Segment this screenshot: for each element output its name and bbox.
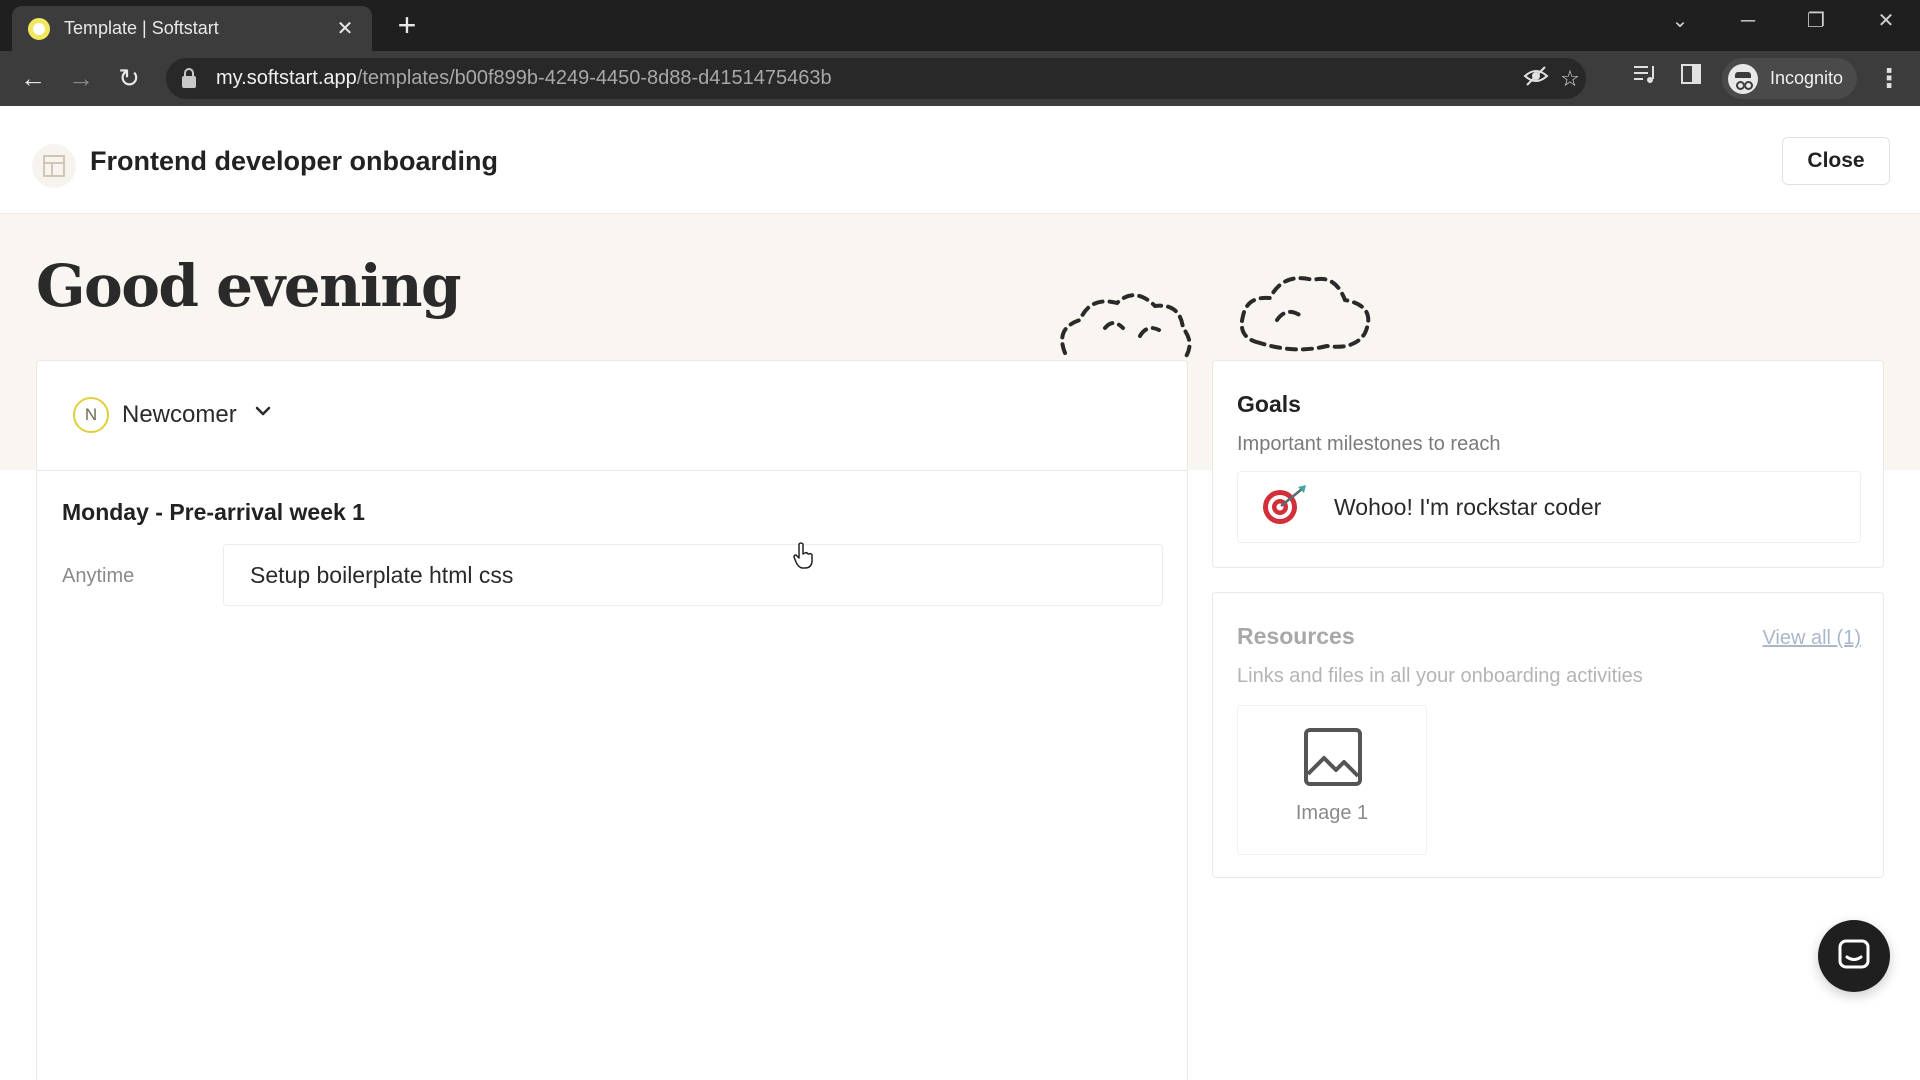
media-queue-icon[interactable] bbox=[1630, 63, 1660, 93]
tab-search-icon[interactable]: ⌄ bbox=[1660, 6, 1700, 36]
goals-subtitle: Important milestones to reach bbox=[1237, 433, 1501, 455]
template-layout-icon bbox=[32, 144, 76, 188]
restore-icon[interactable]: ❐ bbox=[1796, 6, 1836, 36]
task-item[interactable]: Setup boilerplate html css bbox=[223, 544, 1163, 606]
chat-launcher-button[interactable] bbox=[1818, 920, 1890, 992]
browser-toolbar: ← → ↻ my.softstart.app/templates/b00f899… bbox=[0, 51, 1920, 106]
target-icon bbox=[1260, 483, 1310, 532]
role-avatar: N bbox=[73, 397, 109, 433]
close-button[interactable]: Close bbox=[1782, 137, 1890, 185]
bookmark-star-icon[interactable]: ☆ bbox=[1556, 65, 1584, 93]
image-icon bbox=[1304, 728, 1362, 786]
role-name: Newcomer bbox=[122, 401, 237, 428]
goals-card: Goals Important milestones to reach Woho… bbox=[1212, 360, 1884, 568]
dashed-clouds-illustration-icon bbox=[1055, 258, 1385, 373]
chevron-down-icon[interactable] bbox=[253, 401, 273, 426]
forward-arrow-icon[interactable]: → bbox=[64, 61, 98, 95]
resource-tile[interactable]: Image 1 bbox=[1237, 705, 1427, 855]
browser-menu-icon[interactable]: ⋮ bbox=[1876, 63, 1902, 93]
goal-item[interactable]: Wohoo! I'm rockstar coder bbox=[1237, 471, 1861, 543]
browser-tab[interactable]: Template | Softstart ✕ bbox=[12, 6, 372, 51]
reload-icon[interactable]: ↻ bbox=[112, 61, 146, 95]
side-panel-icon[interactable] bbox=[1676, 63, 1706, 93]
chat-icon bbox=[1838, 939, 1870, 969]
resources-title: Resources bbox=[1237, 623, 1355, 649]
week-heading: Monday - Pre-arrival week 1 bbox=[62, 499, 365, 525]
back-arrow-icon[interactable]: ← bbox=[16, 61, 50, 95]
incognito-icon bbox=[1728, 63, 1758, 94]
tab-title: Template | Softstart bbox=[64, 18, 219, 38]
resources-card: Resources Links and files in all your on… bbox=[1212, 592, 1884, 878]
goals-title: Goals bbox=[1237, 391, 1301, 417]
page-title: Frontend developer onboarding bbox=[90, 146, 499, 176]
lock-icon bbox=[182, 67, 196, 88]
minimize-icon[interactable]: ─ bbox=[1728, 6, 1768, 36]
new-tab-button[interactable]: + bbox=[390, 8, 424, 42]
url-path: /templates/b00f899b-4249-4450-8d88-d4151… bbox=[356, 67, 832, 89]
address-bar[interactable]: my.softstart.app/templates/b00f899b-4249… bbox=[166, 58, 1586, 99]
role-selector[interactable]: N Newcomer bbox=[37, 361, 1187, 471]
greeting-heading: Good evening bbox=[36, 252, 462, 320]
softstart-favicon-icon bbox=[28, 17, 50, 40]
resources-subtitle: Links and files in all your onboarding a… bbox=[1237, 665, 1643, 687]
onboarding-plan-card: N Newcomer Monday - Pre-arrival week 1 A… bbox=[36, 360, 1188, 1080]
view-all-resources-link[interactable]: View all (1) bbox=[1762, 627, 1861, 650]
incognito-profile-button[interactable]: Incognito bbox=[1722, 58, 1858, 99]
hand-pointer-cursor-icon bbox=[792, 542, 814, 575]
task-title: Setup boilerplate html css bbox=[250, 561, 514, 588]
app-header: Frontend developer onboarding Close bbox=[0, 106, 1920, 214]
window-close-icon[interactable]: ✕ bbox=[1866, 6, 1906, 36]
task-time-label: Anytime bbox=[62, 565, 135, 587]
url-host: my.softstart.app bbox=[216, 67, 357, 89]
resource-label: Image 1 bbox=[1295, 802, 1369, 824]
incognito-label: Incognito bbox=[1770, 68, 1844, 88]
goal-text: Wohoo! I'm rockstar coder bbox=[1334, 493, 1602, 520]
close-tab-icon[interactable]: ✕ bbox=[332, 16, 358, 41]
tracking-blocked-eye-icon[interactable] bbox=[1522, 65, 1550, 93]
browser-tab-bar: Template | Softstart ✕ + ⌄ ─ ❐ ✕ bbox=[0, 0, 1920, 51]
